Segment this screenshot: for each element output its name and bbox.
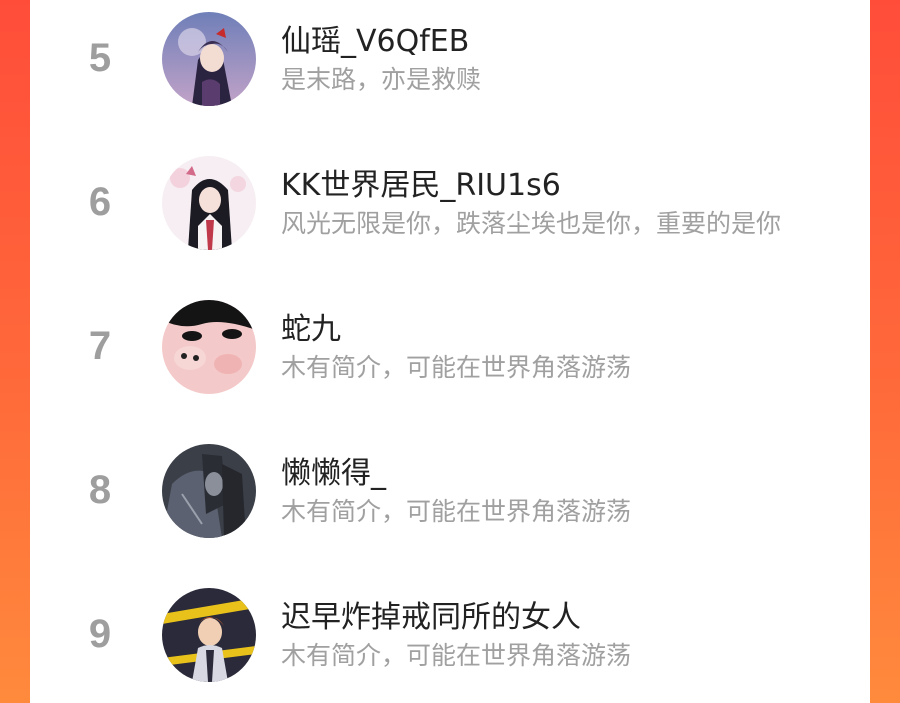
avatar[interactable] [162, 12, 256, 106]
user-bio: 风光无限是你，跌落尘埃也是你，重要的是你 [281, 209, 782, 238]
dark-anime-avatar [162, 444, 256, 538]
rank-number: 6 [88, 180, 112, 224]
ranking-list: 5 仙瑶_V6QfEB 是末路，亦是救赎 6 KK世界居民_RIU1s6 风光无… [30, 0, 870, 703]
user-name[interactable]: 迟早炸掉戒同所的女人 [281, 592, 581, 636]
list-item[interactable]: 7 蛇九 木有简介，可能在世界角落游荡 [30, 288, 870, 408]
anime-boy-caution-tape-avatar [162, 588, 256, 682]
avatar[interactable] [162, 588, 256, 682]
avatar[interactable] [162, 444, 256, 538]
avatar[interactable] [162, 300, 256, 394]
user-name[interactable]: 蛇九 [281, 304, 341, 348]
cartoon-face-avatar [162, 300, 256, 394]
rank-number: 8 [88, 468, 112, 512]
user-bio: 是末路，亦是救赎 [281, 65, 482, 94]
list-item[interactable]: 8 懒懒得_ 木有简介，可能在世界角落游荡 [30, 432, 870, 552]
rank-number: 5 [88, 36, 112, 80]
user-bio: 木有简介，可能在世界角落游荡 [281, 353, 632, 382]
user-bio: 木有简介，可能在世界角落游荡 [281, 641, 632, 670]
avatar[interactable] [162, 156, 256, 250]
user-name[interactable]: 懒懒得_ [281, 448, 386, 492]
list-item[interactable]: 6 KK世界居民_RIU1s6 风光无限是你，跌落尘埃也是你，重要的是你 [30, 144, 870, 264]
anime-girl-sky-avatar [162, 12, 256, 106]
list-item[interactable]: 9 迟早炸掉戒同所的女人 木有简介，可能在世界角落游荡 [30, 576, 870, 696]
user-bio: 木有简介，可能在世界角落游荡 [281, 497, 632, 526]
anime-girl-hanfu-avatar [162, 156, 256, 250]
user-name[interactable]: 仙瑶_V6QfEB [281, 16, 469, 60]
rank-number: 7 [88, 324, 112, 368]
list-item[interactable]: 5 仙瑶_V6QfEB 是末路，亦是救赎 [30, 0, 870, 120]
user-name[interactable]: KK世界居民_RIU1s6 [281, 160, 561, 204]
rank-number: 9 [88, 612, 112, 656]
